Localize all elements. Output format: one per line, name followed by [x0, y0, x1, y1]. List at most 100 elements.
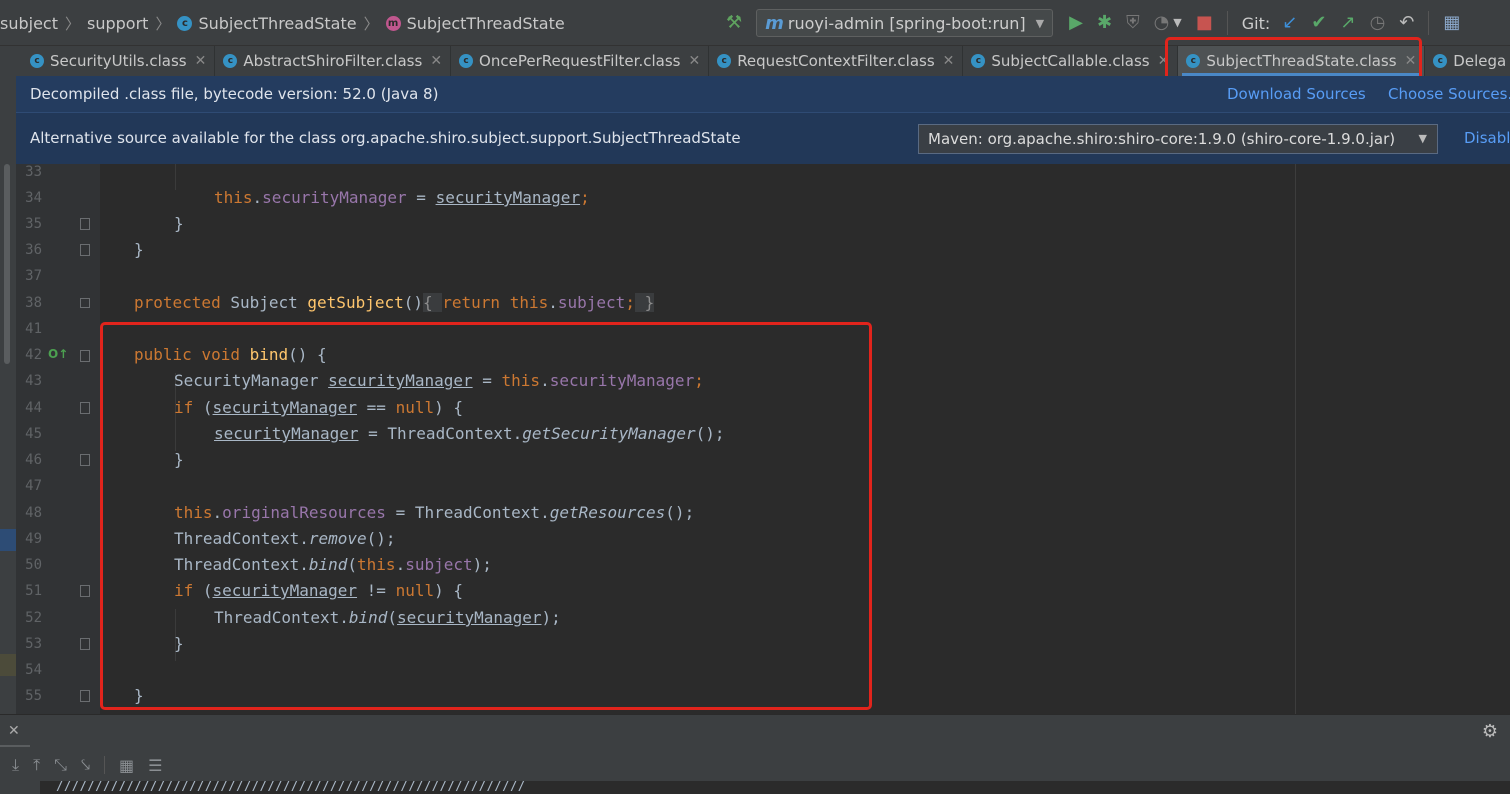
- filter-settings-icon[interactable]: ☰: [148, 756, 162, 775]
- git-update-icon[interactable]: ↙: [1282, 14, 1297, 32]
- run-configuration-select[interactable]: m ruoyi-admin [spring-boot:run] ▼: [756, 9, 1054, 37]
- choose-sources-link[interactable]: Choose Sources...: [1388, 85, 1510, 103]
- tab-delega[interactable]: c Delega: [1425, 46, 1510, 76]
- line-number: 41: [25, 321, 42, 337]
- fold-start-marker-icon[interactable]: [80, 402, 90, 414]
- breadcrumb-item-support[interactable]: support: [87, 14, 148, 33]
- line-number: 52: [25, 610, 42, 626]
- profile-icon[interactable]: ◔: [1154, 14, 1170, 32]
- line-number: 43: [25, 373, 42, 389]
- class-file-icon: c: [1433, 54, 1448, 68]
- tab-abstractshirofilter[interactable]: c AbstractShiroFilter.class ✕: [215, 46, 452, 76]
- download-icon[interactable]: ⤓: [12, 755, 19, 775]
- code-line-34: this.securityManager = securityManager;: [214, 188, 590, 207]
- bottom-tool-window: ✕ ⚙ ⤓ ⤒ ⤡ ⤥ ▦ ☰ ////////////////////////…: [0, 714, 1510, 794]
- line-number: 53: [25, 636, 42, 652]
- breadcrumb-separator-icon: 〉: [155, 14, 171, 33]
- line-number: 44: [25, 400, 42, 416]
- fold-start-marker-icon[interactable]: [80, 585, 90, 597]
- toolbar-divider: [1428, 11, 1430, 35]
- git-rollback-icon[interactable]: ↶: [1399, 14, 1414, 32]
- close-icon[interactable]: ✕: [430, 53, 442, 69]
- profile-dropdown-icon[interactable]: ▼: [1173, 14, 1181, 32]
- tab-onceperrequestfilter[interactable]: c OncePerRequestFilter.class ✕: [451, 46, 710, 76]
- close-icon[interactable]: ✕: [943, 53, 955, 69]
- line-number: 36: [25, 242, 42, 258]
- class-file-icon: c: [30, 54, 44, 68]
- override-method-icon[interactable]: O↑: [48, 347, 68, 361]
- class-file-icon: c: [717, 54, 732, 68]
- git-label: Git:: [1241, 13, 1271, 33]
- tool-window-toolbar: ⤓ ⤒ ⤡ ⤥ ▦ ☰: [12, 755, 176, 775]
- alternative-source-select[interactable]: Maven: org.apache.shiro:shiro-core:1.9.0…: [918, 124, 1438, 154]
- upload-icon[interactable]: ⤒: [33, 755, 40, 775]
- line-number: 45: [25, 426, 42, 442]
- git-history-icon[interactable]: ◷: [1370, 14, 1386, 32]
- console-line: ////////////////////////////////////////…: [56, 781, 526, 794]
- class-file-icon: c: [223, 54, 238, 68]
- line-number: 35: [25, 216, 42, 232]
- project-structure-icon[interactable]: ▦: [1443, 14, 1460, 32]
- fold-start-marker-icon[interactable]: [80, 350, 90, 362]
- disable-link[interactable]: Disable: [1464, 129, 1510, 147]
- fold-end-marker-icon[interactable]: [80, 638, 90, 650]
- line-number: 33: [25, 164, 42, 180]
- code-line-38: protected Subject getSubject(){ return t…: [134, 293, 655, 312]
- toolbar-divider: [1226, 11, 1228, 35]
- editor-gutter: 33 34 35 36 37 38 41 42 43 44 45 46 47 4…: [16, 164, 100, 714]
- close-icon[interactable]: ✕: [688, 53, 700, 69]
- decompiled-banner: Decompiled .class file, bytecode version…: [0, 76, 1510, 112]
- line-number: 50: [25, 557, 42, 573]
- indent-guide: [175, 164, 176, 190]
- debug-icon[interactable]: ✱: [1097, 14, 1112, 32]
- tab-requestcontextfilter[interactable]: c RequestContextFilter.class ✕: [709, 46, 964, 76]
- run-icon[interactable]: ▶: [1069, 14, 1083, 32]
- breadcrumb-item-method[interactable]: m SubjectThreadState: [385, 14, 565, 33]
- chevron-down-icon: ▼: [1035, 16, 1045, 30]
- class-file-icon: c: [971, 54, 986, 68]
- line-number: 42: [25, 347, 42, 363]
- right-margin-guide: [1295, 164, 1296, 714]
- close-icon[interactable]: ✕: [8, 723, 20, 739]
- coverage-icon[interactable]: ⛨: [1126, 14, 1140, 32]
- breadcrumb-separator-icon: 〉: [65, 14, 81, 33]
- breadcrumb-item-subject[interactable]: subject: [0, 14, 58, 33]
- alternative-source-banner: Alternative source available for the cla…: [0, 112, 1510, 164]
- download-sources-link[interactable]: Download Sources: [1227, 85, 1366, 103]
- git-push-icon[interactable]: ↗: [1340, 14, 1355, 32]
- class-file-icon: c: [459, 54, 474, 68]
- class-icon: c: [177, 15, 193, 31]
- line-number: 37: [25, 268, 42, 284]
- left-tool-strip: [0, 76, 16, 716]
- chevron-down-icon: ▼: [1418, 132, 1427, 145]
- breadcrumb-separator-icon: 〉: [363, 14, 379, 33]
- tool-window-tab-indicator: [0, 745, 30, 747]
- left-scrollbar-thumb[interactable]: [4, 164, 10, 364]
- maven-icon: m: [765, 12, 784, 34]
- table-view-icon[interactable]: ▦: [119, 756, 134, 775]
- decompiled-banner-text: Decompiled .class file, bytecode version…: [30, 85, 439, 103]
- minimize-icon[interactable]: ⤥: [81, 755, 90, 775]
- line-number: 55: [25, 688, 42, 704]
- stop-icon[interactable]: ■: [1196, 14, 1213, 32]
- restore-layout-icon[interactable]: ⤡: [54, 755, 67, 775]
- fold-end-marker-icon[interactable]: [80, 690, 90, 702]
- gear-icon[interactable]: ⚙: [1482, 721, 1498, 742]
- line-number: 49: [25, 531, 42, 547]
- line-number: 47: [25, 478, 42, 494]
- build-hammer-icon[interactable]: ⚒: [726, 14, 742, 32]
- left-strip-marker: [0, 654, 16, 676]
- git-commit-icon[interactable]: ✔: [1311, 14, 1326, 32]
- code-line-36: }: [134, 240, 144, 259]
- fold-end-marker-icon[interactable]: [80, 244, 90, 256]
- fold-expand-icon[interactable]: [80, 298, 90, 308]
- breadcrumb-item-class[interactable]: c SubjectThreadState: [177, 14, 357, 33]
- tab-securityutils[interactable]: c SecurityUtils.class ✕: [22, 46, 216, 76]
- method-icon: m: [385, 15, 401, 31]
- line-number: 51: [25, 583, 42, 599]
- fold-end-marker-icon[interactable]: [80, 218, 90, 230]
- console-output[interactable]: ////////////////////////////////////////…: [40, 781, 1510, 794]
- close-icon[interactable]: ✕: [195, 53, 207, 69]
- tab-subjectcallable[interactable]: c SubjectCallable.class ✕: [963, 46, 1179, 76]
- fold-end-marker-icon[interactable]: [80, 454, 90, 466]
